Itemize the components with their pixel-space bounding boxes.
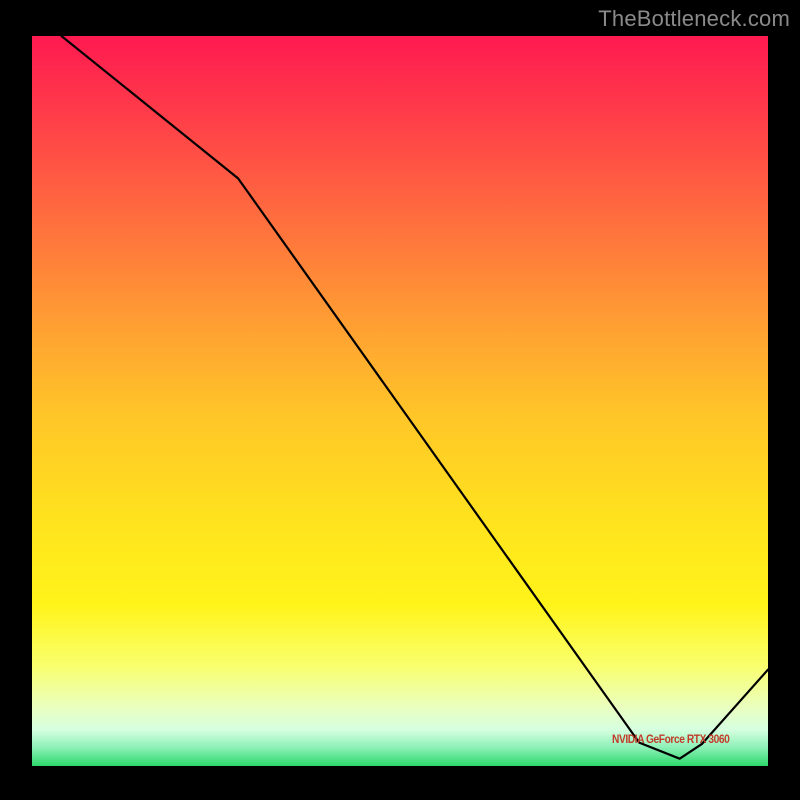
series-label: NVIDIA GeForce RTX 3060 <box>612 732 729 746</box>
plot-area: NVIDIA GeForce RTX 3060 <box>32 36 768 766</box>
line-chart-svg <box>32 36 768 766</box>
chart-frame: TheBottleneck.com NVIDIA GeForce RTX 306… <box>0 0 800 800</box>
chart-line <box>61 36 768 759</box>
watermark-text: TheBottleneck.com <box>598 6 790 32</box>
